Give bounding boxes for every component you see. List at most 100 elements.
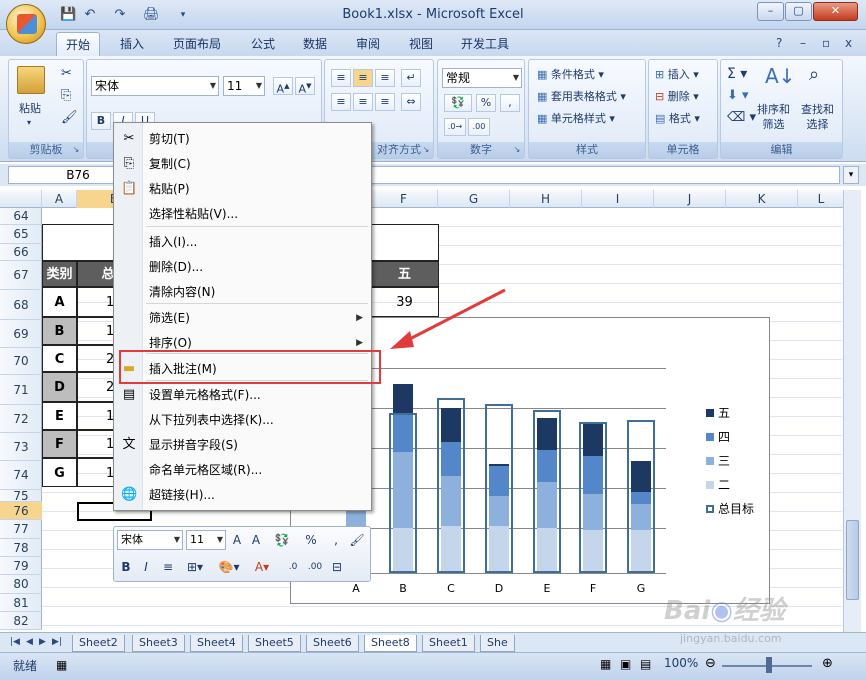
office-button[interactable]: [6, 4, 46, 44]
row-header[interactable]: 75: [0, 490, 42, 502]
context-menu-item[interactable]: ✂ 剪切(T): [114, 127, 371, 151]
column-header[interactable]: I: [582, 190, 654, 208]
row-header[interactable]: 78: [0, 539, 42, 557]
macro-record-icon[interactable]: ▦: [56, 658, 67, 672]
align-left-icon[interactable]: ≡: [331, 93, 351, 111]
zoom-in-icon[interactable]: ⊕: [822, 656, 833, 671]
context-menu-item[interactable]: 从下拉列表中选择(K)...: [114, 408, 371, 432]
align-right-icon[interactable]: ≡: [375, 93, 395, 111]
close-button[interactable]: ✕: [813, 2, 858, 21]
dialog-launcher-icon[interactable]: ↘: [421, 145, 431, 155]
percent-icon[interactable]: %: [304, 530, 318, 550]
bold-icon[interactable]: B: [118, 557, 134, 577]
context-menu-item[interactable]: 文显示拼音字段(S): [114, 433, 371, 457]
format-cells-button[interactable]: ▤ 格式 ▾: [655, 110, 700, 126]
chart-bar-segment[interactable]: [393, 384, 413, 414]
format-as-table-button[interactable]: ▦ 套用表格格式 ▾: [537, 88, 626, 104]
row-header[interactable]: 76: [0, 502, 42, 520]
context-menu-item[interactable]: 选择性粘贴(V)...: [114, 202, 371, 226]
row-header[interactable]: 69: [0, 320, 42, 348]
legend-item[interactable]: 总目标: [706, 500, 754, 517]
page-layout-view-icon[interactable]: ▣: [620, 657, 631, 671]
wrap-text-icon[interactable]: ↵: [401, 69, 421, 87]
sheet-tab[interactable]: Sheet4: [190, 635, 243, 652]
binoculars-icon[interactable]: ⌕: [809, 64, 819, 85]
table-category-cell[interactable]: E: [42, 402, 77, 430]
table-category-cell[interactable]: A: [42, 287, 77, 317]
comma-icon[interactable]: ,: [500, 94, 520, 112]
context-menu-item[interactable]: 🌐 超链接(H)...: [114, 483, 371, 507]
paste-icon[interactable]: [17, 66, 45, 94]
context-menu-item[interactable]: ▤ 设置单元格格式(F)...: [114, 383, 371, 407]
context-menu-item[interactable]: 筛选(E) ▶: [114, 306, 371, 330]
context-menu-item[interactable]: 清除内容(N): [114, 280, 371, 304]
bold-icon[interactable]: B: [91, 112, 111, 130]
find-select-button[interactable]: 查找和 选择: [801, 102, 834, 132]
align-middle-icon[interactable]: ≡: [353, 69, 373, 87]
format-painter-icon[interactable]: 🖌: [61, 110, 78, 125]
column-header[interactable]: J: [654, 190, 726, 208]
last-sheet-icon[interactable]: ▶|: [52, 637, 62, 647]
merge-center-icon[interactable]: ⇔: [401, 93, 421, 111]
first-sheet-icon[interactable]: |◀: [10, 637, 20, 647]
increase-decimal-icon[interactable]: .0→: [444, 118, 466, 136]
legend-item[interactable]: 二: [706, 476, 730, 493]
clear-icon[interactable]: ⌫ ▾: [727, 110, 756, 125]
decrease-decimal-icon[interactable]: .00: [468, 118, 490, 136]
sort-filter-icon[interactable]: A↓: [765, 64, 795, 88]
vertical-scrollbar[interactable]: [843, 190, 861, 635]
row-header[interactable]: 65: [0, 225, 42, 244]
row-header[interactable]: 71: [0, 375, 42, 405]
font-color-icon[interactable]: A▾: [250, 557, 274, 577]
chart-target-outline[interactable]: [533, 410, 561, 573]
conditional-format-button[interactable]: ▦ 条件格式 ▾: [537, 66, 604, 82]
row-header[interactable]: 74: [0, 461, 42, 490]
ribbon-restore-icon[interactable]: ▫: [822, 36, 830, 50]
row-header[interactable]: 73: [0, 433, 42, 461]
ribbon-minimize-icon[interactable]: –: [800, 36, 806, 50]
number-format-combo[interactable]: 常规 ▼: [442, 68, 522, 88]
decrease-decimal-icon[interactable]: .00: [306, 557, 324, 577]
paste-button[interactable]: 粘贴: [19, 100, 41, 116]
column-header[interactable]: F: [370, 190, 438, 208]
ribbon-close-icon[interactable]: x: [845, 36, 852, 50]
copy-icon[interactable]: ⎘: [61, 88, 71, 103]
row-header[interactable]: 70: [0, 348, 42, 375]
context-menu-item[interactable]: 插入(I)...: [114, 230, 371, 254]
chart-target-outline[interactable]: [579, 422, 607, 573]
align-bottom-icon[interactable]: ≡: [375, 69, 395, 87]
mini-font-size[interactable]: 11 ▼: [186, 530, 226, 550]
column-header[interactable]: L: [798, 190, 845, 208]
chart-target-outline[interactable]: [485, 404, 513, 573]
row-header[interactable]: 64: [0, 208, 42, 225]
row-header[interactable]: 81: [0, 594, 42, 612]
sheet-tab[interactable]: Sheet3: [132, 635, 185, 652]
row-header[interactable]: 68: [0, 290, 42, 320]
maximize-button[interactable]: ▢: [785, 2, 812, 21]
row-header[interactable]: 67: [0, 261, 42, 290]
italic-icon[interactable]: I: [138, 557, 154, 577]
legend-item[interactable]: 五: [706, 404, 730, 421]
merge-icon[interactable]: ⊟: [328, 557, 346, 577]
table-header-cell[interactable]: 五: [370, 261, 439, 287]
table-category-cell[interactable]: B: [42, 317, 77, 345]
paste-dropdown-icon[interactable]: ▾: [27, 118, 31, 127]
chart-target-outline[interactable]: [389, 413, 417, 573]
percent-icon[interactable]: %: [476, 94, 496, 112]
dialog-launcher-icon[interactable]: ↘: [512, 145, 522, 155]
mini-font-name[interactable]: 宋体 ▼: [117, 530, 183, 550]
font-name-combo[interactable]: 宋体 ▼: [91, 76, 219, 96]
page-break-view-icon[interactable]: ▤: [640, 657, 651, 671]
cut-icon[interactable]: ✂: [61, 66, 72, 81]
row-header[interactable]: 77: [0, 520, 42, 539]
row-header[interactable]: 66: [0, 244, 42, 261]
align-top-icon[interactable]: ≡: [331, 69, 351, 87]
formula-input[interactable]: [370, 166, 840, 184]
tab-home[interactable]: 开始: [56, 32, 101, 56]
currency-icon[interactable]: 💱: [270, 530, 294, 550]
sheet-tab[interactable]: Sheet6: [306, 635, 359, 652]
align-center-icon[interactable]: ≡: [353, 93, 373, 111]
tab-page-layout[interactable]: 页面布局: [173, 35, 221, 52]
column-header[interactable]: K: [726, 190, 798, 208]
table-category-cell[interactable]: G: [42, 458, 77, 487]
